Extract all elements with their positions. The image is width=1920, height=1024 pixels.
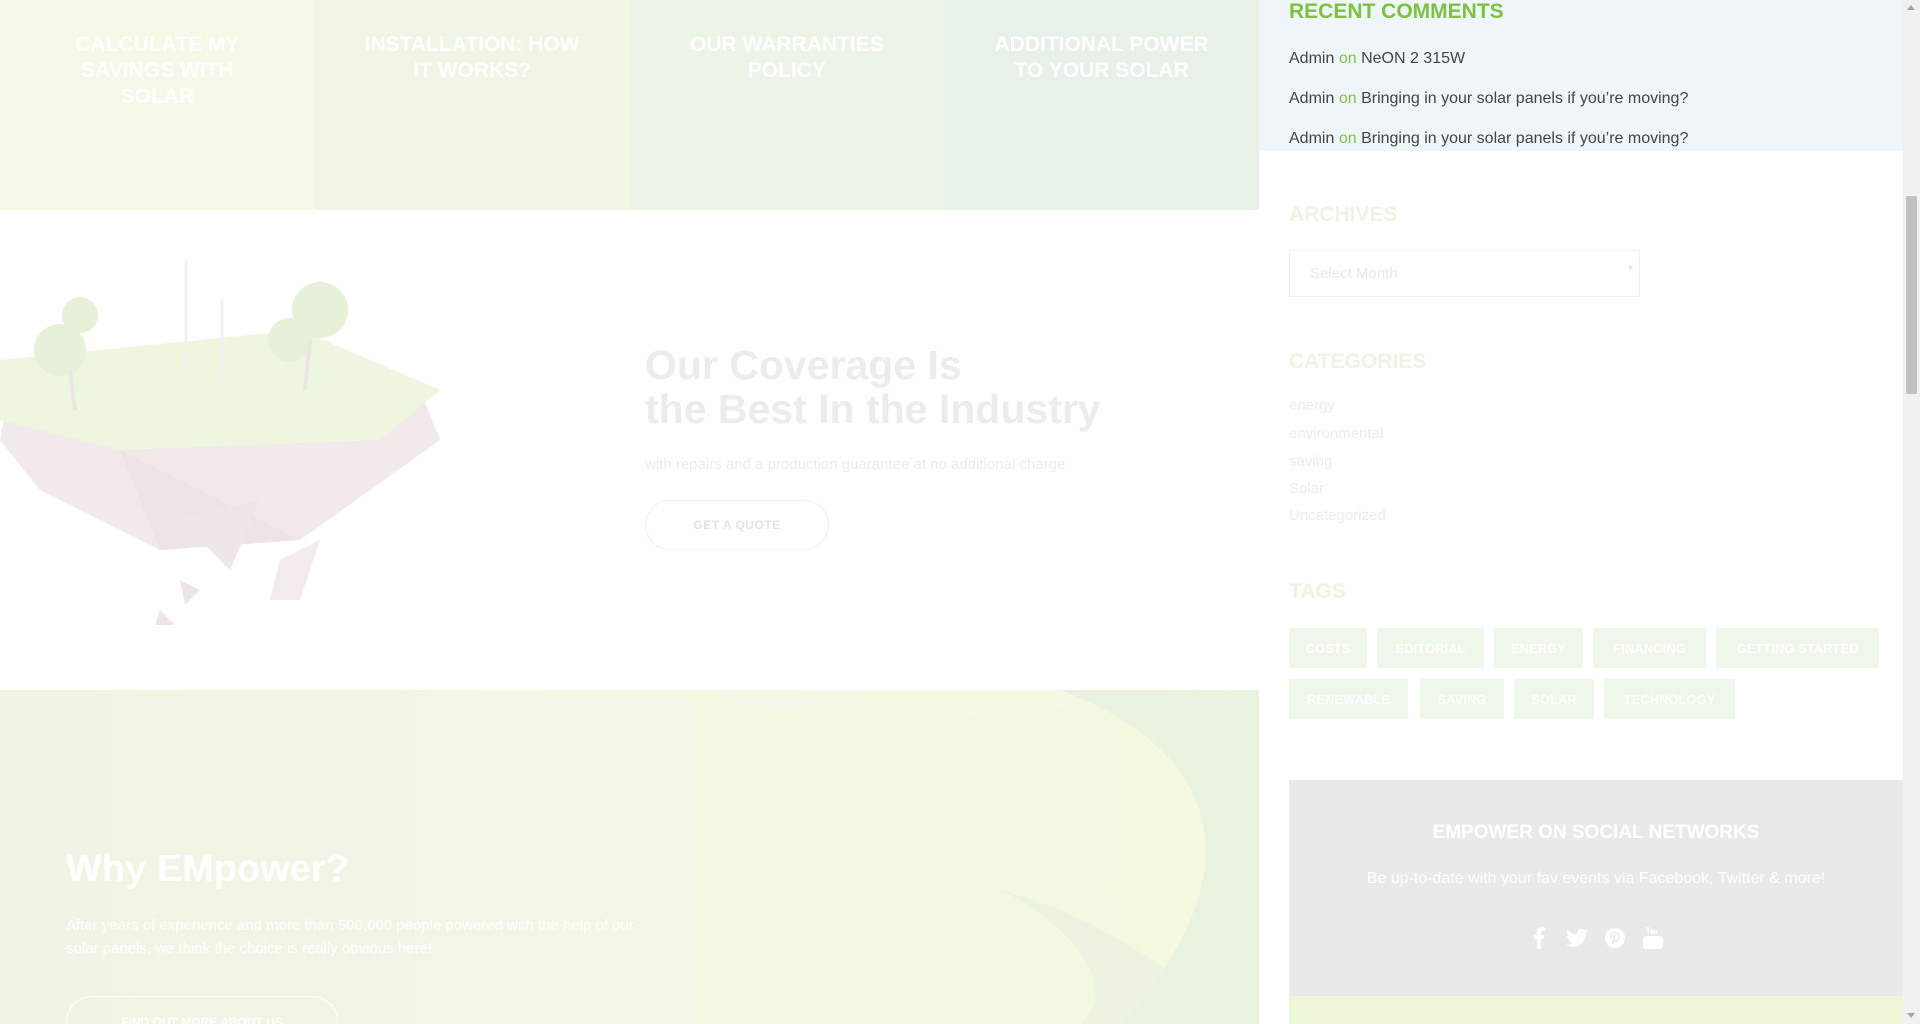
tile-additional-power[interactable]: ADDITIONAL POWER TO YOUR SOLAR — [944, 0, 1259, 210]
page: CALCULATE MY SAVINGS WITH SOLAR INSTALLA… — [0, 0, 1920, 1024]
tag-energy[interactable]: ENERGY — [1494, 628, 1583, 668]
social-networks-widget: EMPOWER ON SOCIAL NETWORKS Be up-to-date… — [1289, 780, 1903, 996]
sidebar: RECENT COMMENTS Admin on NeON 2 315W Adm… — [1259, 0, 1903, 1024]
tag-solar[interactable]: SOLAR — [1514, 679, 1594, 719]
social-icons — [1289, 926, 1903, 950]
tag-technology[interactable]: TECHNOLOGY — [1604, 679, 1735, 719]
category-link-solar[interactable]: Solar — [1289, 480, 1324, 497]
category-link-environmental[interactable]: environmental — [1289, 425, 1383, 442]
archives-title: ARCHIVES — [1289, 203, 1398, 226]
comment-author: Admin — [1289, 130, 1335, 147]
tile-label: INSTALLATION: HOW IT WORKS? — [364, 33, 580, 82]
tag-costs[interactable]: COSTS — [1289, 628, 1367, 668]
tile-calculate-savings[interactable]: CALCULATE MY SAVINGS WITH SOLAR — [0, 0, 315, 210]
tags-title: TAGS — [1289, 580, 1346, 603]
tile-label: ADDITIONAL POWER TO YOUR SOLAR — [994, 33, 1209, 82]
tile-warranties[interactable]: OUR WARRANTIES POLICY — [629, 0, 945, 210]
recent-comments-widget: RECENT COMMENTS Admin on NeON 2 315W Adm… — [1259, 0, 1903, 151]
tag-renewable[interactable]: RENEWABLE — [1289, 679, 1408, 719]
tile-label: CALCULATE MY SAVINGS WITH SOLAR — [75, 33, 240, 108]
scroll-down-arrow-icon[interactable] — [1907, 1013, 1915, 1018]
page-scrollbar[interactable] — [1903, 0, 1920, 1024]
social-text: Be up-to-date with your fav events via F… — [1366, 870, 1826, 887]
archives-select[interactable]: Select Month ▾ — [1289, 250, 1640, 297]
category-link-uncategorized[interactable]: Uncategorized — [1289, 507, 1386, 524]
why-title: Why EMpower? — [66, 848, 349, 890]
recent-comments-title: RECENT COMMENTS — [1289, 0, 1504, 23]
tag-saving[interactable]: SAVING — [1420, 679, 1504, 719]
tile-installation[interactable]: INSTALLATION: HOW IT WORKS? — [314, 0, 630, 210]
chevron-down-icon: ▾ — [1627, 263, 1633, 274]
recent-comment: Admin on Bringing in your solar panels i… — [1289, 90, 1688, 108]
categories-title: CATEGORIES — [1289, 350, 1427, 373]
tile-label: OUR WARRANTIES POLICY — [690, 33, 884, 82]
tag-getting-started[interactable]: GETTING STARTED — [1716, 628, 1879, 668]
main-content: CALCULATE MY SAVINGS WITH SOLAR INSTALLA… — [0, 0, 1259, 1024]
coverage-title-line1: Our Coverage Is — [645, 342, 962, 388]
comment-post-link[interactable]: Bringing in your solar panels if you’re … — [1361, 90, 1688, 107]
recent-comment: Admin on Bringing in your solar panels i… — [1289, 130, 1688, 148]
facebook-icon[interactable] — [1527, 926, 1551, 950]
comment-on: on — [1338, 130, 1357, 147]
footer-strip — [1289, 996, 1903, 1024]
youtube-icon[interactable] — [1641, 926, 1665, 950]
comment-post-link[interactable]: NeON 2 315W — [1361, 50, 1465, 67]
comment-author: Admin — [1289, 50, 1335, 67]
category-link-energy[interactable]: energy — [1289, 397, 1335, 414]
comment-author: Admin — [1289, 90, 1335, 107]
category-link-saving[interactable]: saving — [1289, 453, 1332, 470]
comment-post-link[interactable]: Bringing in your solar panels if you’re … — [1361, 130, 1688, 147]
coverage-section: Our Coverage Is the Best In the Industry… — [0, 210, 1259, 690]
why-text: After years of experience and more than … — [66, 917, 634, 957]
get-a-quote-button[interactable]: GET A QUOTE — [645, 500, 829, 550]
floating-island-illustration — [0, 260, 440, 625]
recent-comment: Admin on NeON 2 315W — [1289, 50, 1465, 68]
why-section: Why EMpower? After years of experience a… — [0, 690, 1259, 1024]
scrollbar-thumb[interactable] — [1906, 196, 1917, 394]
coverage-subtitle: with repairs and a production guarantee … — [645, 456, 1066, 473]
archives-select-value: Select Month — [1310, 265, 1398, 282]
comment-on: on — [1338, 90, 1357, 107]
comment-on: on — [1338, 50, 1357, 67]
social-title: EMPOWER ON SOCIAL NETWORKS — [1432, 822, 1760, 843]
twitter-icon[interactable] — [1565, 926, 1589, 950]
tag-financing[interactable]: FINANCING — [1593, 628, 1706, 668]
decorative-swoosh — [700, 690, 1259, 1024]
scroll-up-arrow-icon[interactable] — [1907, 5, 1915, 10]
feature-tiles: CALCULATE MY SAVINGS WITH SOLAR INSTALLA… — [0, 0, 1259, 210]
coverage-title-line2: the Best In the Industry — [645, 386, 1101, 432]
tag-editorial[interactable]: EDITORIAL — [1377, 628, 1484, 668]
find-out-more-button[interactable]: FIND OUT MORE ABOUT US — [66, 996, 338, 1024]
coverage-title: Our Coverage Is the Best In the Industry — [645, 343, 1165, 431]
pinterest-icon[interactable] — [1603, 926, 1627, 950]
